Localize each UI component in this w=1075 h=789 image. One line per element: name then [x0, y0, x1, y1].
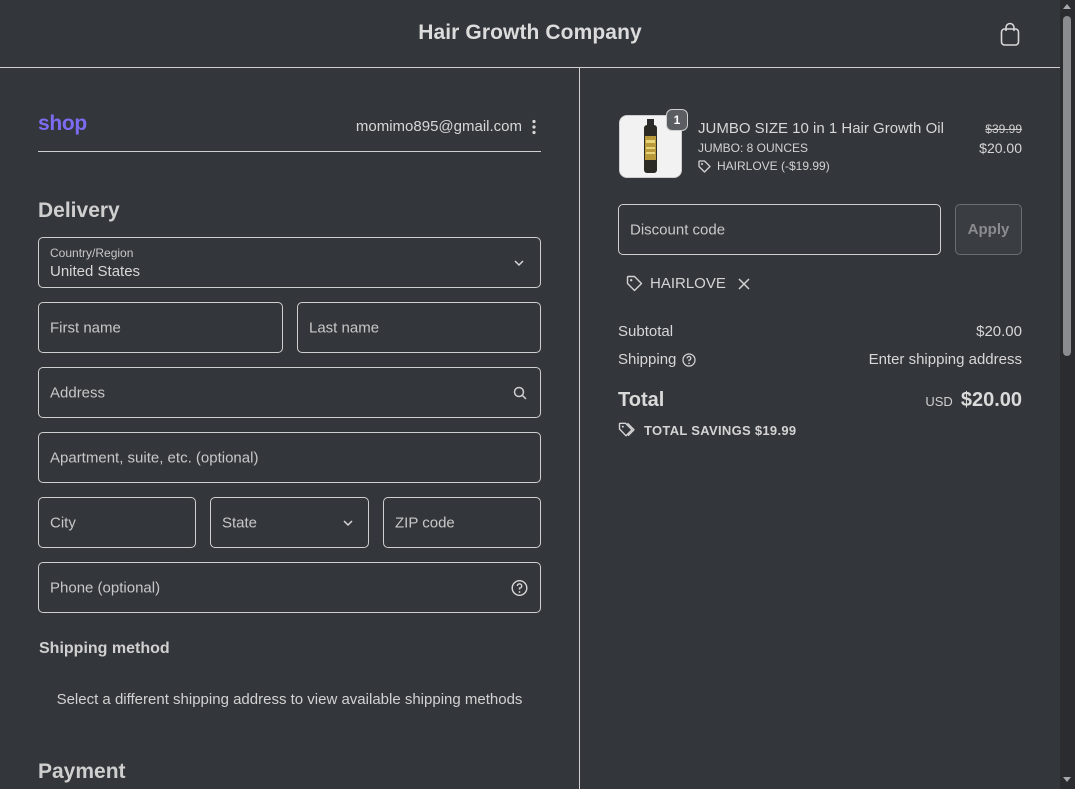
- shipping-value: Enter shipping address: [868, 351, 1022, 368]
- subtotal-label: Subtotal: [618, 323, 674, 340]
- discount-code-field[interactable]: Discount code: [618, 204, 941, 255]
- last-name-field[interactable]: Last name: [297, 302, 541, 353]
- city-placeholder: City: [50, 514, 76, 531]
- store-title[interactable]: Hair Growth Company: [0, 21, 1060, 45]
- city-field[interactable]: City: [38, 497, 196, 548]
- address-placeholder: Address: [50, 384, 106, 401]
- total-savings-text: TOTAL SAVINGS $19.99: [644, 422, 797, 438]
- total-savings: TOTAL SAVINGS $19.99: [618, 422, 796, 438]
- first-name-field[interactable]: First name: [38, 302, 283, 353]
- payment-title: Payment: [38, 760, 126, 783]
- help-icon[interactable]: [682, 352, 697, 367]
- shipping-label: Shipping: [618, 351, 677, 368]
- scrollbar-thumb[interactable]: [1063, 16, 1071, 356]
- state-select[interactable]: State: [210, 497, 369, 548]
- column-divider: [579, 68, 580, 789]
- product-name: JUMBO SIZE 10 in 1 Hair Growth Oil: [698, 120, 944, 137]
- state-placeholder: State: [222, 514, 258, 531]
- phone-placeholder: Phone (optional): [50, 579, 161, 596]
- shipping-method-title: Shipping method: [39, 640, 170, 657]
- tag-icon: [626, 275, 643, 292]
- total-currency: USD: [925, 394, 953, 409]
- apartment-placeholder: Apartment, suite, etc. (optional): [50, 449, 259, 466]
- shopping-bag-icon[interactable]: [998, 21, 1022, 47]
- scroll-up-arrow-icon[interactable]: [1063, 4, 1071, 9]
- savings-tag-icon: [618, 422, 635, 437]
- chevron-down-icon: [343, 519, 353, 526]
- apartment-field[interactable]: Apartment, suite, etc. (optional): [38, 432, 541, 483]
- last-name-placeholder: Last name: [309, 319, 380, 336]
- original-price: $39.99: [985, 122, 1022, 136]
- total-value: $20.00: [960, 389, 1022, 411]
- zip-field[interactable]: ZIP code: [383, 497, 541, 548]
- country-select[interactable]: Country/Region United States: [38, 237, 541, 288]
- country-value: United States: [50, 263, 141, 280]
- country-label: Country/Region: [50, 246, 134, 260]
- search-icon: [513, 386, 527, 400]
- product-discount: HAIRLOVE (-$19.99): [698, 159, 830, 173]
- shop-logo: shop: [38, 112, 87, 135]
- shipping-label-row: Shipping: [618, 351, 697, 368]
- shipping-method-note: Select a different shipping address to v…: [56, 691, 523, 708]
- phone-field[interactable]: Phone (optional): [38, 562, 541, 613]
- address-field[interactable]: Address: [38, 367, 541, 418]
- store-header: Hair Growth Company: [0, 0, 1060, 68]
- subtotal-value: $20.00: [976, 323, 1022, 340]
- chevron-down-icon: [514, 259, 524, 266]
- account-divider: [38, 151, 541, 152]
- applied-discount-code: HAIRLOVE: [650, 275, 726, 292]
- account-email: momimo895@gmail.com: [355, 118, 522, 135]
- delivery-title: Delivery: [38, 199, 120, 222]
- first-name-placeholder: First name: [50, 319, 121, 336]
- help-icon[interactable]: [511, 579, 528, 596]
- remove-discount-icon[interactable]: [737, 277, 751, 291]
- more-options-icon[interactable]: [530, 119, 538, 135]
- product-variant: JUMBO: 8 OUNCES: [698, 141, 809, 155]
- discount-code-placeholder: Discount code: [630, 221, 726, 238]
- quantity-badge: 1: [666, 109, 688, 131]
- applied-discount-chip: HAIRLOVE: [626, 275, 751, 292]
- zip-placeholder: ZIP code: [395, 514, 455, 531]
- total-label: Total: [618, 389, 665, 411]
- item-price: $20.00: [979, 140, 1022, 156]
- product-discount-text: HAIRLOVE (-$19.99): [717, 159, 830, 173]
- total-amount: USD $20.00: [925, 389, 1022, 412]
- apply-button[interactable]: Apply: [955, 204, 1022, 255]
- tag-icon: [698, 159, 711, 173]
- scroll-down-arrow-icon[interactable]: [1063, 777, 1071, 782]
